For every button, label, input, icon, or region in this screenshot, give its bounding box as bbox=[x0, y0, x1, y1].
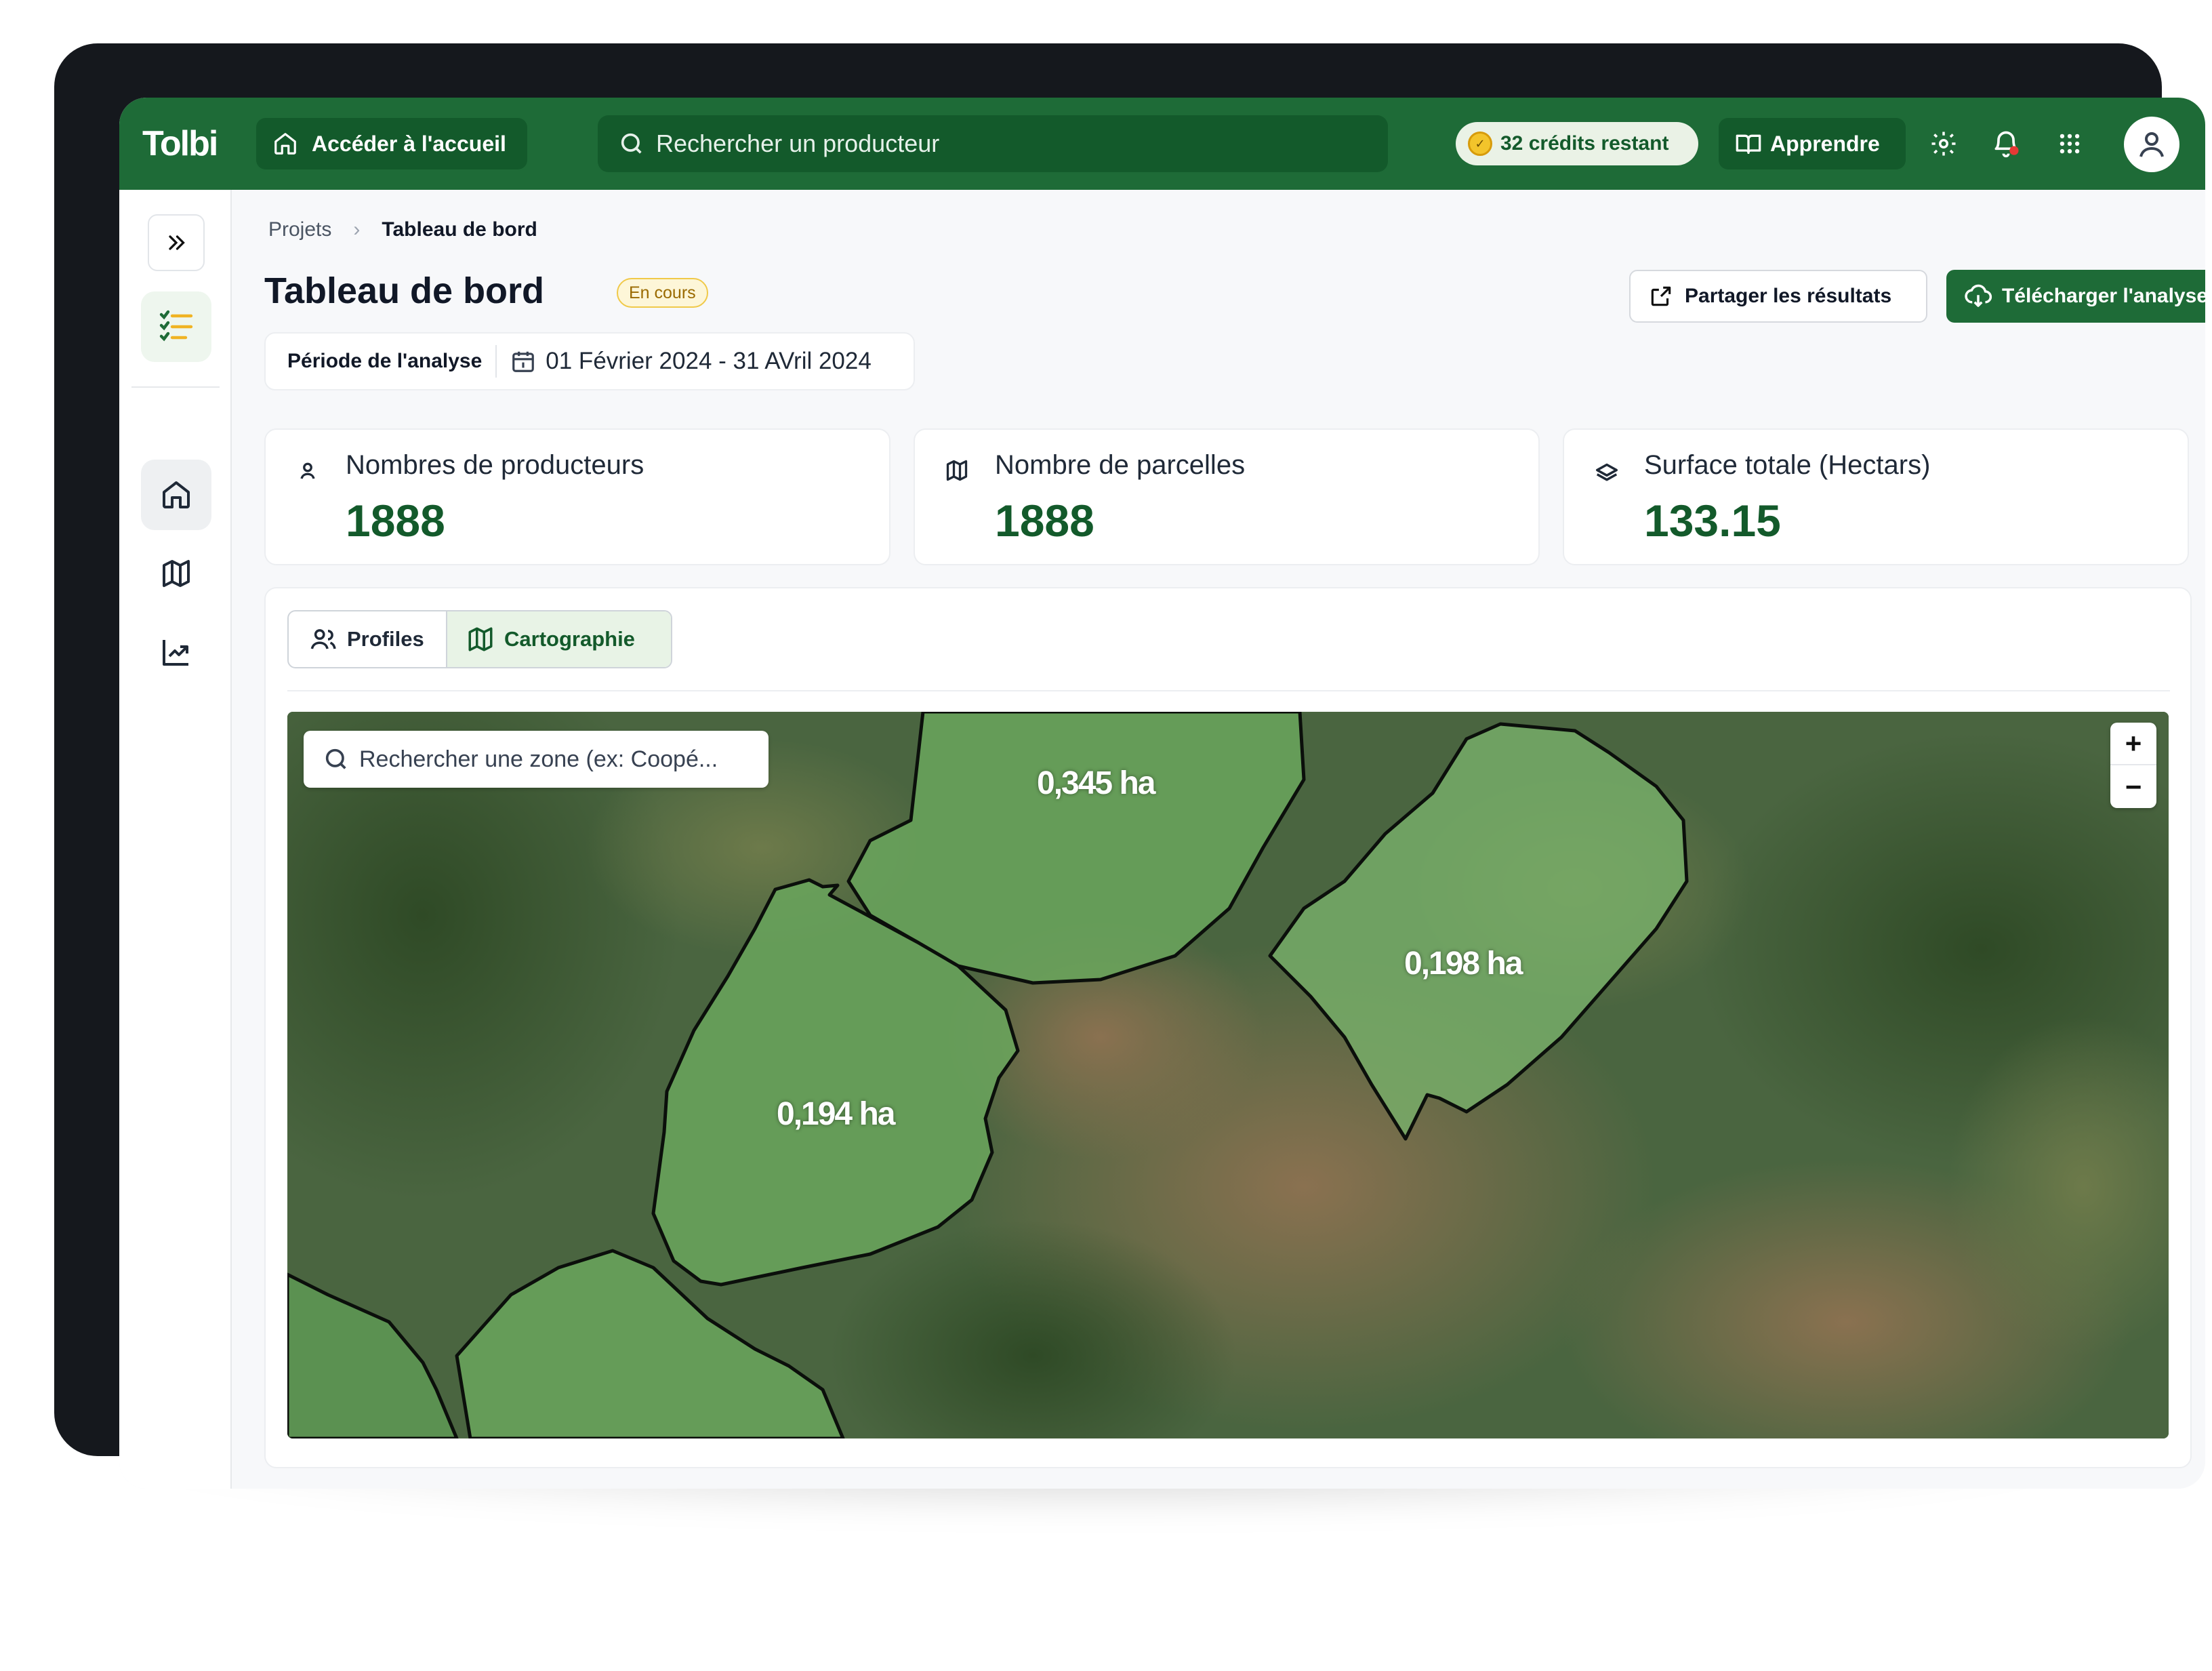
tab-profiles-label: Profiles bbox=[347, 627, 424, 651]
period-divider bbox=[495, 345, 497, 378]
stat-value: 1888 bbox=[995, 496, 1094, 546]
apps-button[interactable] bbox=[2051, 125, 2089, 163]
sidebar-item-analytics[interactable] bbox=[141, 617, 211, 687]
map-icon bbox=[946, 460, 968, 481]
parcel-label[interactable]: 0,345 ha bbox=[1037, 765, 1155, 802]
breadcrumb-projects[interactable]: Projets bbox=[268, 218, 331, 241]
credits-badge[interactable]: ✓ 32 crédits restant bbox=[1456, 122, 1698, 165]
expand-sidebar-button[interactable] bbox=[148, 214, 205, 271]
top-bar: Tolbi Accéder à l'accueil Rechercher un … bbox=[119, 98, 2205, 190]
sidebar bbox=[119, 190, 232, 1489]
home-icon bbox=[163, 481, 190, 508]
breadcrumb-current: Tableau de bord bbox=[382, 218, 537, 241]
trend-chart-icon bbox=[163, 640, 188, 666]
gear-icon bbox=[1931, 132, 1956, 156]
stat-title: Surface totale (Hectars) bbox=[1644, 450, 1931, 480]
breadcrumb: Projets › Tableau de bord bbox=[268, 218, 537, 241]
period-label: Période de l'analyse bbox=[287, 350, 483, 372]
tab-cartographie[interactable]: Cartographie bbox=[447, 611, 671, 667]
tab-cartographie-label: Cartographie bbox=[504, 627, 635, 651]
zone-search-input[interactable]: Rechercher une zone (ex: Coopé... bbox=[304, 731, 769, 788]
app-logo[interactable]: Tolbi bbox=[142, 123, 218, 164]
parcel-label[interactable]: 0,194 ha bbox=[777, 1095, 895, 1133]
satellite-imagery bbox=[287, 712, 2169, 1438]
tab-profiles[interactable]: Profiles bbox=[289, 611, 447, 667]
main-content: Projets › Tableau de bord Tableau de bor… bbox=[232, 190, 2205, 1489]
stat-card-parcels: Nombre de parcelles 1888 bbox=[914, 428, 1540, 565]
users-icon bbox=[310, 629, 336, 649]
device-frame: Tolbi Accéder à l'accueil Rechercher un … bbox=[54, 43, 2205, 1489]
map-icon bbox=[468, 627, 493, 651]
zoom-controls: + − bbox=[2110, 723, 2156, 808]
home-button-label: Accéder à l'accueil bbox=[312, 131, 506, 156]
coin-icon: ✓ bbox=[1468, 132, 1492, 156]
stat-title: Nombres de producteurs bbox=[346, 450, 644, 480]
book-icon bbox=[1736, 134, 1761, 154]
home-button[interactable]: Accéder à l'accueil bbox=[256, 118, 527, 169]
sidebar-item-home[interactable] bbox=[141, 460, 211, 530]
sidebar-divider bbox=[131, 386, 220, 388]
stat-card-surface: Surface totale (Hectars) 133.15 bbox=[1563, 428, 2189, 565]
chevrons-right-icon bbox=[169, 235, 185, 250]
notifications-button[interactable] bbox=[1987, 125, 2025, 163]
home-icon bbox=[274, 133, 296, 155]
learn-button-label: Apprendre bbox=[1770, 131, 1880, 156]
credits-label: 32 crédits restant bbox=[1500, 132, 1669, 155]
status-badge: En cours bbox=[617, 278, 708, 308]
avatar[interactable] bbox=[2124, 117, 2179, 172]
calendar-icon bbox=[512, 351, 535, 372]
app-screen: Tolbi Accéder à l'accueil Rechercher un … bbox=[119, 98, 2205, 1489]
producer-search-placeholder: Rechercher un producteur bbox=[656, 129, 940, 157]
bell-icon bbox=[1994, 131, 2019, 158]
panel-divider bbox=[287, 690, 2170, 691]
layers-icon bbox=[1596, 463, 1618, 481]
project-checklist-icon[interactable] bbox=[141, 291, 211, 362]
user-icon bbox=[300, 462, 315, 479]
stat-title: Nombre de parcelles bbox=[995, 450, 1246, 480]
stat-value: 133.15 bbox=[1644, 496, 1781, 546]
view-tabs: Profiles Cartographie bbox=[287, 610, 672, 668]
stat-card-producers: Nombres de producteurs 1888 bbox=[264, 428, 890, 565]
download-analysis-button[interactable]: Télécharger l'analyse bbox=[1946, 270, 2205, 323]
share-results-button[interactable]: Partager les résultats bbox=[1629, 270, 1927, 323]
cloud-download-icon bbox=[1965, 284, 1992, 307]
share-results-label: Partager les résultats bbox=[1685, 285, 1892, 307]
analysis-period[interactable]: Période de l'analyse 01 Février 2024 - 3… bbox=[264, 332, 915, 390]
period-dates: 01 Février 2024 - 31 AVril 2024 bbox=[546, 348, 872, 374]
settings-button[interactable] bbox=[1925, 125, 1963, 163]
stat-value: 1888 bbox=[346, 496, 445, 546]
download-analysis-label: Télécharger l'analyse bbox=[2002, 285, 2205, 307]
parcel-map[interactable]: 0,345 ha 0,198 ha 0,194 ha Rechercher un… bbox=[287, 712, 2169, 1438]
zoom-out-button[interactable]: − bbox=[2110, 765, 2156, 808]
zone-search-placeholder: Rechercher une zone (ex: Coopé... bbox=[359, 746, 718, 772]
share-icon bbox=[1651, 286, 1671, 306]
user-icon bbox=[2139, 132, 2164, 157]
page-title: Tableau de bord bbox=[264, 270, 545, 311]
search-icon bbox=[621, 133, 642, 154]
grid-icon bbox=[2060, 134, 2080, 154]
chevron-right-icon: › bbox=[353, 218, 361, 241]
map-icon bbox=[163, 560, 190, 587]
producer-search-input[interactable]: Rechercher un producteur bbox=[598, 115, 1388, 172]
parcel-label[interactable]: 0,198 ha bbox=[1404, 945, 1523, 982]
search-icon bbox=[325, 748, 346, 769]
sidebar-item-map[interactable] bbox=[141, 538, 211, 609]
analysis-panel: Profiles Cartographie 0,345 ha 0,198 ha … bbox=[264, 587, 2192, 1468]
zoom-in-button[interactable]: + bbox=[2110, 723, 2156, 765]
learn-button[interactable]: Apprendre bbox=[1719, 118, 1906, 169]
